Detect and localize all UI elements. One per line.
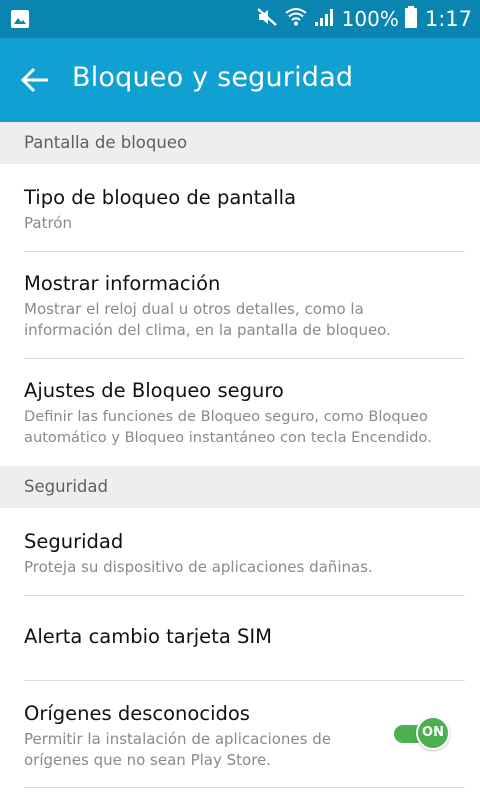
- clock: 1:17: [424, 7, 472, 31]
- settings-item-security[interactable]: Seguridad Proteja su dispositivo de apli…: [0, 508, 480, 595]
- item-subtitle-line2: automático y Bloqueo instantáneo con tec…: [24, 429, 432, 446]
- item-subtitle-line2: orígenes que no sean Play Store.: [24, 751, 272, 769]
- item-title: Tipo de bloqueo de pantalla: [24, 186, 297, 209]
- settings-item-secure-lock[interactable]: Ajustes de Bloqueo seguro Definir las fu…: [0, 359, 480, 466]
- status-icons: 100% 1:17: [250, 0, 472, 38]
- item-subtitle-line1: Mostrar el reloj dual u otros detalles, …: [24, 300, 364, 318]
- item-subtitle: Patrón: [24, 214, 72, 232]
- settings-item-show-info[interactable]: Mostrar información Mostrar el reloj dua…: [0, 252, 480, 358]
- wifi-icon: [284, 6, 308, 32]
- section-header-lock-screen: Pantalla de bloqueo: [0, 122, 480, 164]
- item-subtitle-line2: información del clima, en la pantalla de…: [24, 321, 391, 339]
- toggle-knob: ON: [416, 716, 450, 750]
- divider: [24, 787, 465, 788]
- mute-icon: [256, 7, 278, 31]
- settings-item-sim-alert[interactable]: Alerta cambio tarjeta SIM: [0, 596, 480, 680]
- arrow-back-icon[interactable]: [16, 62, 56, 98]
- status-bar: 100% 1:17: [0, 0, 480, 38]
- item-title: Seguridad: [24, 530, 124, 553]
- item-title: Ajustes de Bloqueo seguro: [24, 379, 284, 402]
- item-subtitle: Proteja su dispositivo de aplicaciones d…: [24, 558, 373, 576]
- section-header-security: Seguridad: [0, 466, 480, 508]
- battery-percent: 100%: [341, 7, 399, 31]
- item-title: Mostrar información: [24, 272, 221, 295]
- page-title: Bloqueo y seguridad: [72, 62, 354, 93]
- app-bar: Bloqueo y seguridad: [0, 38, 480, 122]
- item-title: Alerta cambio tarjeta SIM: [24, 625, 272, 648]
- gallery-icon: [10, 9, 30, 33]
- unknown-sources-toggle[interactable]: ON: [394, 716, 452, 750]
- item-subtitle-line1: Definir las funciones de Bloqueo seguro,…: [24, 408, 428, 425]
- item-subtitle-line1: Permitir la instalación de aplicaciones …: [24, 730, 331, 748]
- settings-item-lock-type[interactable]: Tipo de bloqueo de pantalla Patrón: [0, 164, 480, 251]
- battery-icon: [404, 6, 417, 32]
- signal-icon: [314, 7, 336, 31]
- item-title: Orígenes desconocidos: [24, 702, 250, 725]
